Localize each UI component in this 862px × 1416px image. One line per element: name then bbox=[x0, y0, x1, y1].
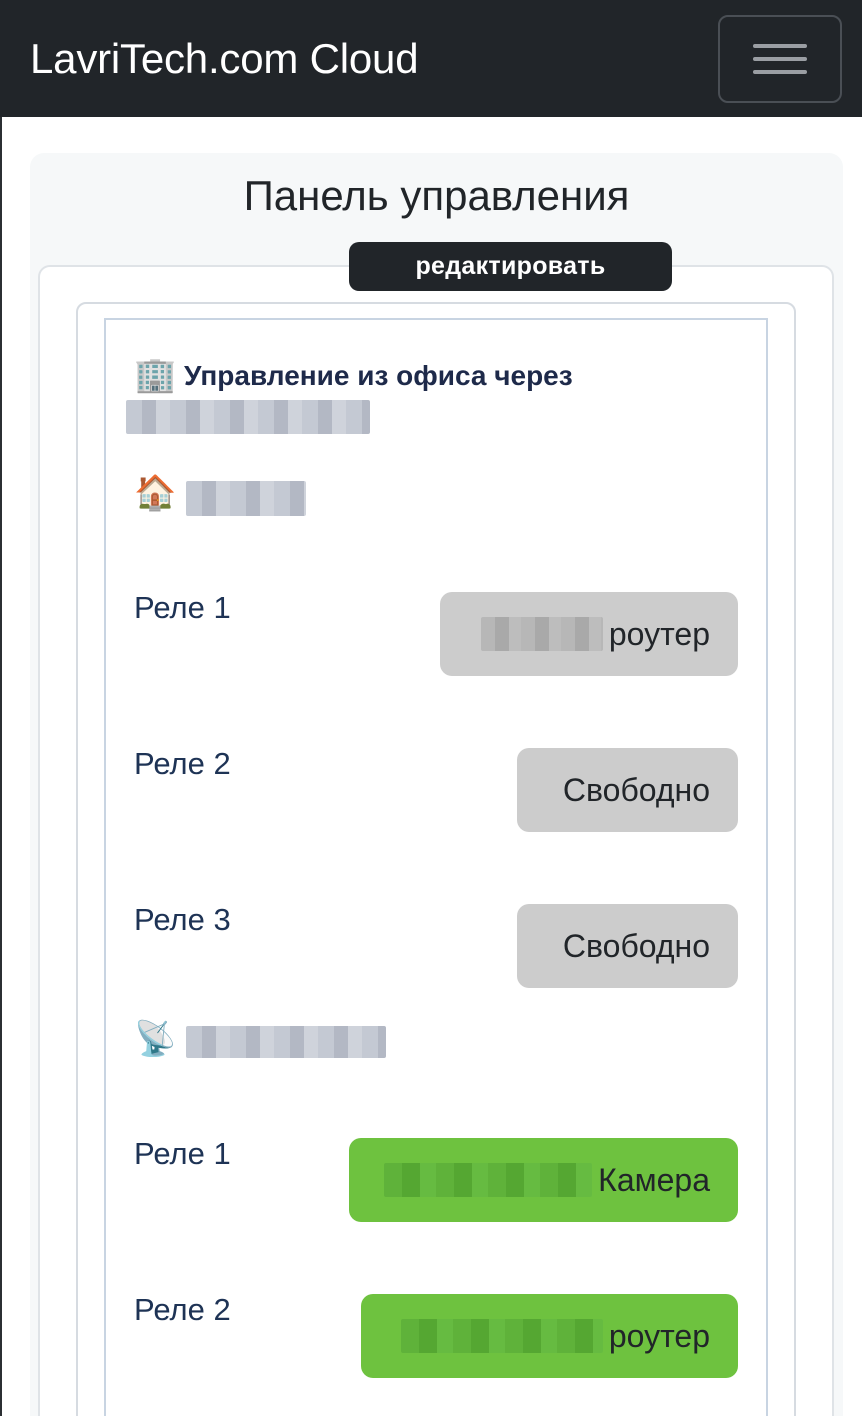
redacted-relay-name bbox=[480, 617, 603, 651]
relay-label: Реле 1 bbox=[134, 590, 231, 625]
office-building-icon: 🏢 bbox=[134, 355, 177, 395]
redacted-office-name bbox=[126, 400, 370, 434]
office-control-title: Управление из офиса через bbox=[184, 360, 573, 391]
hamburger-bar bbox=[753, 56, 807, 61]
relay-state-label: роутер bbox=[608, 1317, 710, 1354]
relay-toggle-button[interactable]: Свободно bbox=[517, 904, 738, 988]
relay-toggle-button[interactable]: роутер bbox=[440, 592, 738, 676]
relay-label: Реле 2 bbox=[134, 746, 231, 781]
relay-toggle-button[interactable]: Свободно bbox=[517, 748, 738, 832]
relay-state-label: роутер bbox=[608, 615, 710, 652]
redacted-relay-name bbox=[384, 1163, 593, 1197]
satellite-dish-icon: 📡 bbox=[134, 1019, 177, 1059]
panel-title: Панель управления bbox=[243, 172, 630, 219]
relay-label: Реле 3 bbox=[134, 902, 231, 937]
hamburger-menu-button[interactable] bbox=[718, 14, 842, 103]
relay-toggle-button[interactable]: Камера bbox=[349, 1138, 738, 1222]
relay-state-label: Свободно bbox=[562, 771, 710, 808]
brand-link[interactable]: LavriTech.com Cloud bbox=[30, 35, 419, 83]
relay-state-label: Свободно bbox=[562, 927, 710, 964]
house-icon: 🏠 bbox=[134, 473, 177, 513]
redacted-relay-name bbox=[400, 1319, 603, 1353]
top-navbar: LavriTech.com Cloud bbox=[0, 0, 862, 117]
hamburger-bar bbox=[753, 69, 807, 74]
redacted-device-name bbox=[186, 481, 306, 516]
edit-button[interactable]: редактировать bbox=[349, 242, 672, 291]
relay-label: Реле 2 bbox=[134, 1292, 231, 1327]
relay-state-label: Камера bbox=[598, 1161, 710, 1198]
relay-label: Реле 1 bbox=[134, 1136, 231, 1171]
hamburger-menu-icon bbox=[753, 43, 807, 48]
redacted-device-name bbox=[186, 1026, 386, 1058]
relay-toggle-button[interactable]: роутер bbox=[361, 1294, 738, 1378]
page-edge bbox=[0, 117, 2, 1416]
